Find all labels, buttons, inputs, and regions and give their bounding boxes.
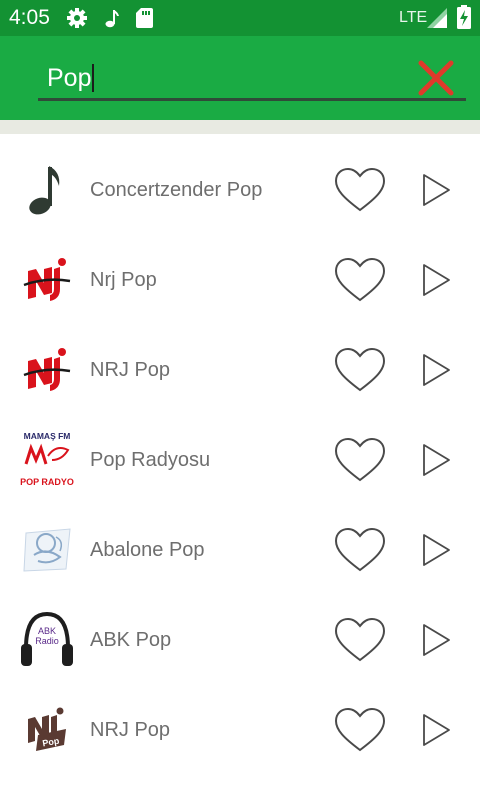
logo-text-top: MAMAŞ FM — [24, 431, 71, 441]
heart-outline-icon[interactable] — [334, 347, 386, 393]
logo-text-top: ABK — [38, 626, 56, 636]
play-icon[interactable] — [418, 262, 454, 298]
station-row[interactable]: Abalone Pop — [0, 505, 480, 595]
abalone-logo — [18, 520, 76, 580]
play-icon[interactable] — [418, 712, 454, 748]
mamas-fm-logo: MAMAŞ FM POP RADYO — [18, 430, 76, 490]
search-underline — [38, 98, 466, 101]
search-toolbar: Pop — [0, 36, 480, 120]
battery-icon — [457, 5, 471, 29]
search-value: Pop — [47, 64, 92, 92]
svg-text:Pop: Pop — [42, 736, 61, 749]
station-name: NRJ Pop — [90, 719, 171, 741]
station-row[interactable]: Concertzender Pop — [0, 145, 480, 235]
heart-outline-icon[interactable] — [334, 167, 386, 213]
nrj-pop-logo: Pop — [18, 700, 76, 760]
sd-card-icon — [136, 8, 153, 28]
status-bar: 4:05 LTE — [0, 0, 480, 36]
logo-text-bottom: POP RADYO — [20, 477, 74, 487]
headphones-logo: ABK Radio — [18, 610, 76, 670]
station-name: Nrj Pop — [90, 269, 157, 291]
play-icon[interactable] — [418, 532, 454, 568]
play-icon[interactable] — [418, 172, 454, 208]
search-input[interactable]: Pop — [38, 58, 398, 98]
station-name: Concertzender Pop — [90, 179, 263, 201]
heart-outline-icon[interactable] — [334, 257, 386, 303]
nrj-logo — [18, 340, 76, 400]
text-caret — [92, 64, 95, 92]
station-row[interactable]: MAMAŞ FM POP RADYO Pop Radyosu — [0, 415, 480, 505]
heart-outline-icon[interactable] — [334, 707, 386, 753]
nrj-logo — [18, 250, 76, 310]
network-type: LTE — [399, 9, 428, 26]
logo-text-bottom: Radio — [35, 636, 59, 646]
music-note-icon — [105, 10, 119, 28]
station-name: Pop Radyosu — [90, 449, 211, 471]
play-icon[interactable] — [418, 352, 454, 388]
station-row[interactable]: ABK Radio ABK Pop — [0, 595, 480, 685]
station-row[interactable]: Pop NRJ Pop — [0, 685, 480, 775]
music-note-logo — [18, 160, 76, 220]
heart-outline-icon[interactable] — [334, 617, 386, 663]
station-row[interactable]: Nrj Pop — [0, 235, 480, 325]
status-time: 4:05 — [9, 6, 50, 29]
settings-icon — [67, 8, 87, 28]
play-icon[interactable] — [418, 442, 454, 478]
close-icon[interactable] — [414, 60, 458, 96]
station-name: Abalone Pop — [90, 539, 205, 561]
signal-icon — [427, 8, 447, 28]
station-name: NRJ Pop — [90, 359, 171, 381]
play-icon[interactable] — [418, 622, 454, 658]
heart-outline-icon[interactable] — [334, 527, 386, 573]
heart-outline-icon[interactable] — [334, 437, 386, 483]
station-list: Concertzender Pop Nrj Pop NRJ Pop MAMAŞ … — [0, 145, 480, 775]
station-name: ABK Pop — [90, 629, 172, 651]
station-row[interactable]: NRJ Pop — [0, 325, 480, 415]
list-divider — [0, 120, 480, 134]
